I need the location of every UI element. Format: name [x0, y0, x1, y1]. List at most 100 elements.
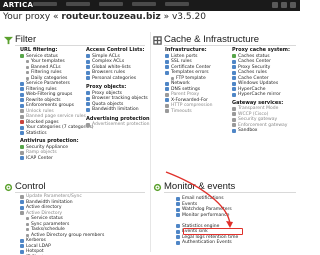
item-bullet-icon — [176, 207, 180, 212]
item-bullet-icon — [20, 54, 24, 59]
list-item[interactable]: ICAP Center — [20, 156, 84, 162]
list-item-label: Email notifications — [182, 196, 224, 202]
artica-logo[interactable]: ARTICA — [3, 1, 33, 9]
section-cache-title: Cache & Infrastructure — [164, 34, 260, 45]
list-item-label: SSL rules — [171, 59, 192, 65]
list-item[interactable]: Personal categories — [86, 76, 148, 82]
list-item-label: Legal logs retention time — [182, 234, 239, 240]
top-icon[interactable] — [290, 2, 296, 8]
item-bullet-icon — [26, 228, 29, 232]
item-bullet-icon — [20, 131, 24, 136]
proxy-objects-list: Proxy objects Browser tracking objects Quo… — [86, 91, 148, 113]
list-item[interactable]: Your categories (7 categories) — [20, 125, 93, 131]
item-bullet-icon — [232, 92, 236, 97]
item-bullet-icon — [232, 128, 236, 133]
list-item-label: Proxy objects — [92, 90, 122, 96]
item-bullet-icon — [165, 65, 169, 70]
item-bullet-icon — [20, 109, 24, 114]
list-item-label: Statistics — [26, 130, 47, 136]
list-item-label: Hotspot — [26, 249, 44, 255]
top-nav-item[interactable] — [132, 2, 156, 6]
list-item[interactable]: Timeouts — [165, 109, 230, 115]
item-bullet-icon — [232, 112, 236, 117]
list-item[interactable]: Authentication Events — [176, 240, 286, 246]
item-bullet-icon — [20, 249, 24, 254]
list-item[interactable]: Browser tracking objects — [86, 96, 148, 102]
list-item-label: Local LDAP — [26, 243, 51, 249]
item-bullet-icon — [232, 54, 236, 59]
item-bullet-icon — [20, 87, 24, 92]
list-item-label: Caches rules — [238, 70, 267, 76]
infrastructure-list: Listen ports SSL rules Certificate Center T… — [165, 54, 230, 115]
list-item-label: Advertisement protection — [92, 122, 150, 128]
item-bullet-icon — [232, 81, 236, 86]
item-bullet-icon — [20, 156, 24, 161]
list-item-label: Filtering rules — [26, 86, 57, 92]
list-item-label: Parent Proxy — [171, 92, 200, 98]
list-item[interactable]: Advertisement protection — [86, 122, 150, 128]
column-divider — [150, 32, 151, 252]
item-bullet-icon — [26, 71, 29, 75]
top-nav-item[interactable] — [99, 2, 123, 6]
list-item-label: X-Forwarded-For — [171, 97, 208, 103]
list-item-label: Browsers rules — [92, 70, 126, 76]
list-item-label: Listen ports — [171, 53, 198, 59]
list-item[interactable]: Sandbox — [232, 128, 298, 134]
section-monitor-title: Monitor & events — [164, 181, 236, 192]
list-item-label: Templates errors — [171, 70, 209, 76]
acl-column: Access Control Lists: Simple ACLs Complex… — [86, 47, 152, 128]
list-item-label: Blocked pages — [26, 119, 59, 125]
item-bullet-icon — [86, 96, 90, 101]
list-item-label: Your templates — [31, 59, 65, 65]
list-item[interactable]: Bandwidth limitation — [86, 107, 148, 113]
top-nav-item[interactable] — [33, 2, 57, 6]
list-item-label: Global white-lists — [92, 64, 131, 70]
url-filtering-list: Service status Your templates Banned ACLs F… — [20, 54, 93, 137]
monitor-column: Email notifications Events Watchdog Parame… — [176, 196, 286, 246]
list-item-label: HyperCache mirror — [238, 92, 281, 98]
item-bullet-icon — [20, 145, 24, 150]
item-bullet-icon — [232, 87, 236, 92]
item-bullet-icon — [176, 213, 180, 218]
item-bullet-icon — [176, 235, 180, 240]
infrastructure-column: Infrastructure: Listen ports SSL rules Cer… — [165, 47, 230, 114]
proxy-cache-heading: Proxy cache system: — [232, 47, 290, 53]
item-bullet-icon — [20, 81, 24, 86]
section-rule — [15, 192, 145, 193]
proxy-cache-column: Proxy cache system: Caches status Caches … — [232, 47, 298, 134]
item-bullet-icon — [20, 200, 24, 205]
list-item-label: Events — [182, 201, 198, 207]
item-bullet-icon — [232, 76, 236, 81]
top-nav-item[interactable] — [165, 2, 189, 6]
section-rule — [164, 45, 296, 46]
list-item-label: Web-Filtering groups — [26, 92, 73, 98]
list-item-label: ICAP Center — [26, 155, 53, 161]
section-rule — [15, 45, 145, 46]
list-item-label: Rewrite objects — [26, 97, 61, 103]
advertising-list: Advertisement protection — [86, 122, 150, 128]
list-item-label: Watchdog Parameters — [182, 207, 232, 213]
list-item-label: Certificate Center — [171, 64, 211, 70]
list-item-label: Security gateway — [238, 117, 278, 123]
item-bullet-icon — [26, 233, 29, 237]
proxy-cache-list: Caches status Caches Center Proxy Security… — [232, 54, 298, 98]
top-nav-item[interactable] — [66, 2, 90, 6]
item-bullet-icon — [20, 244, 24, 249]
item-bullet-icon — [26, 76, 29, 80]
list-item-label: FTP template — [176, 75, 206, 81]
item-bullet-icon — [232, 70, 236, 75]
item-bullet-icon — [171, 76, 174, 80]
list-item-label: Caches Center — [238, 59, 271, 65]
antivirus-list: Security Appliance Ramp objects ICAP Cente… — [20, 145, 84, 162]
list-item[interactable]: Statistics — [20, 131, 84, 137]
list-item[interactable]: Banned page service rules — [20, 114, 86, 120]
cache-icon — [153, 36, 162, 45]
list-item-label: Bandwidth limitation — [26, 199, 73, 205]
item-bullet-icon — [20, 125, 24, 130]
url-filtering-column: URL filtering: Service status Your templa… — [20, 47, 93, 162]
top-icon[interactable] — [281, 2, 287, 8]
list-item[interactable]: HyperCache mirror — [232, 92, 298, 98]
section-filter-title: Filter — [15, 34, 37, 45]
top-icon[interactable] — [272, 2, 278, 8]
list-item-label: Quota objects — [92, 101, 124, 107]
